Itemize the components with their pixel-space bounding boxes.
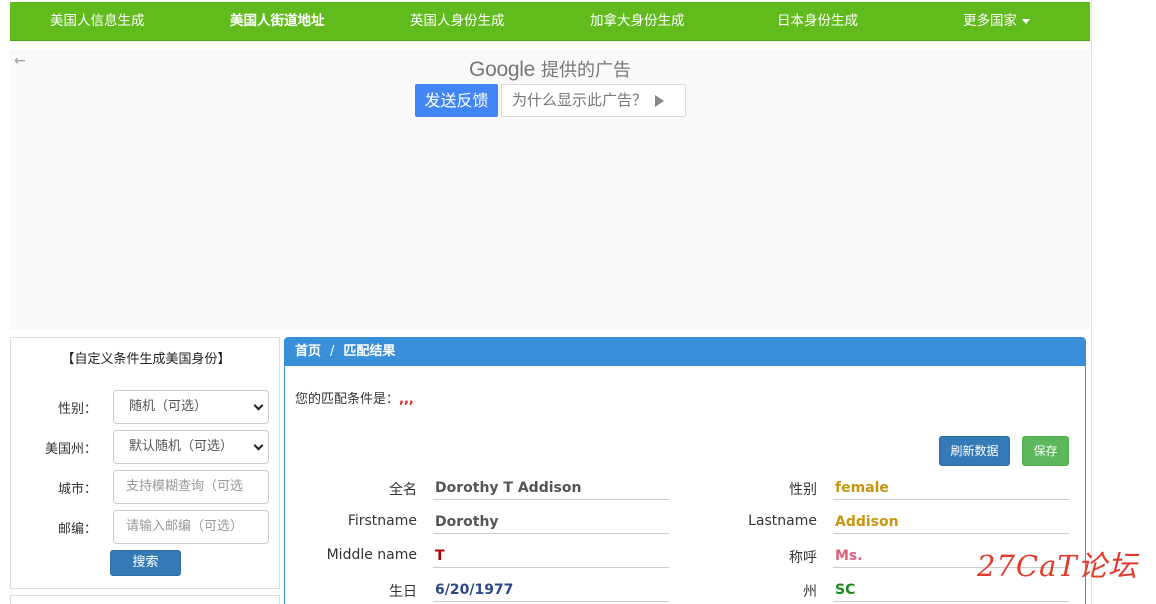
state-label: 州 — [803, 584, 817, 600]
firstname-value: Dorothy — [433, 510, 669, 534]
why-this-ad-button[interactable]: 为什么显示此广告？ — [501, 84, 686, 117]
match-conditions-value: ,,, — [399, 392, 414, 407]
zip-input[interactable]: 请输入邮编（可选） — [113, 510, 269, 544]
city-row: 城市： 支持模糊查询（可选 — [11, 470, 281, 504]
nav-item-canada-identity[interactable]: 加拿大身份生成 — [590, 2, 685, 41]
chevron-down-icon — [253, 440, 264, 451]
breadcrumb-current: 匹配结果 — [343, 344, 396, 359]
city-input[interactable]: 支持模糊查询（可选 — [113, 470, 269, 504]
sidebar-lower-panel — [10, 595, 280, 604]
state-select-value: 默认随机（可选） — [129, 439, 234, 454]
breadcrumb-separator: / — [330, 344, 335, 359]
nav-item-us-street-address[interactable]: 美国人街道地址 — [230, 2, 325, 41]
match-conditions-label: 您的匹配条件是： — [295, 392, 400, 407]
result-panel: 首页 / 匹配结果 您的匹配条件是：,,, 刷新数据 保存 全名 Dorothy T… — [284, 337, 1086, 604]
ad-area: ← Google 提供的广告 发送反馈 为什么显示此广告？ — [10, 50, 1090, 330]
forum-watermark: 27CaT论坛 — [977, 549, 1138, 583]
top-nav: 美国人信息生成 美国人街道地址 英国人身份生成 加拿大身份生成 日本身份生成 更… — [10, 2, 1090, 41]
chevron-down-icon — [253, 400, 264, 411]
gender-value: female — [833, 476, 1069, 500]
birthday-label: 生日 — [389, 584, 417, 600]
state-label: 美国州： — [44, 442, 97, 457]
middlename-value: T — [433, 544, 669, 568]
nav-item-us-identity[interactable]: 美国人信息生成 — [50, 2, 145, 41]
nav-item-more-countries[interactable]: 更多国家 — [963, 2, 1030, 41]
city-label: 城市： — [57, 482, 97, 497]
birthday-value: 6/20/1977 — [433, 578, 669, 602]
lastname-value: Addison — [833, 510, 1069, 534]
state-row: 美国州： 默认随机（可选） — [11, 430, 281, 464]
gender-select[interactable]: 随机（可选） — [113, 390, 269, 424]
state-select[interactable]: 默认随机（可选） — [113, 430, 269, 464]
zip-label: 邮编： — [57, 522, 97, 537]
middlename-label: Middle name — [326, 547, 417, 563]
send-feedback-button[interactable]: 发送反馈 — [415, 84, 498, 117]
gender-label: 性别 — [789, 482, 817, 498]
search-button[interactable]: 搜索 — [110, 550, 181, 576]
sidebar-title: 【自定义条件生成美国身份】 — [61, 352, 231, 367]
zip-row: 邮编： 请输入邮编（可选） — [11, 510, 281, 544]
fullname-label: 全名 — [389, 482, 417, 498]
gender-label: 性别： — [57, 402, 97, 417]
chevron-down-icon — [1022, 18, 1030, 24]
google-logo: Google — [469, 58, 535, 81]
breadcrumb: 首页 / 匹配结果 — [285, 338, 1085, 366]
play-icon — [655, 94, 665, 107]
save-button[interactable]: 保存 — [1022, 436, 1069, 466]
nav-item-uk-identity[interactable]: 英国人身份生成 — [410, 2, 505, 41]
lastname-label: Lastname — [748, 513, 817, 529]
more-countries-label: 更多国家 — [963, 13, 1017, 29]
gender-select-value: 随机（可选） — [129, 399, 208, 414]
title-label: 称呼 — [789, 550, 817, 566]
nav-item-japan-identity[interactable]: 日本身份生成 — [777, 2, 858, 41]
refresh-data-button[interactable]: 刷新数据 — [939, 436, 1010, 466]
match-conditions: 您的匹配条件是：,,, — [295, 388, 414, 407]
breadcrumb-home[interactable]: 首页 — [295, 344, 321, 359]
ad-provided-text: 提供的广告 — [540, 60, 631, 81]
firstname-label: Firstname — [347, 513, 417, 529]
fullname-value: Dorothy T Addison — [433, 476, 669, 500]
custom-conditions-sidebar: 【自定义条件生成美国身份】 性别： 随机（可选） 美国州： 默认随机（可选） 城… — [10, 337, 280, 589]
page: 美国人信息生成 美国人街道地址 英国人身份生成 加拿大身份生成 日本身份生成 更… — [0, 0, 1156, 604]
ad-attribution: Google 提供的广告 — [10, 56, 1090, 82]
gender-row: 性别： 随机（可选） — [11, 390, 281, 424]
why-this-ad-label: 为什么显示此广告？ — [512, 91, 648, 109]
